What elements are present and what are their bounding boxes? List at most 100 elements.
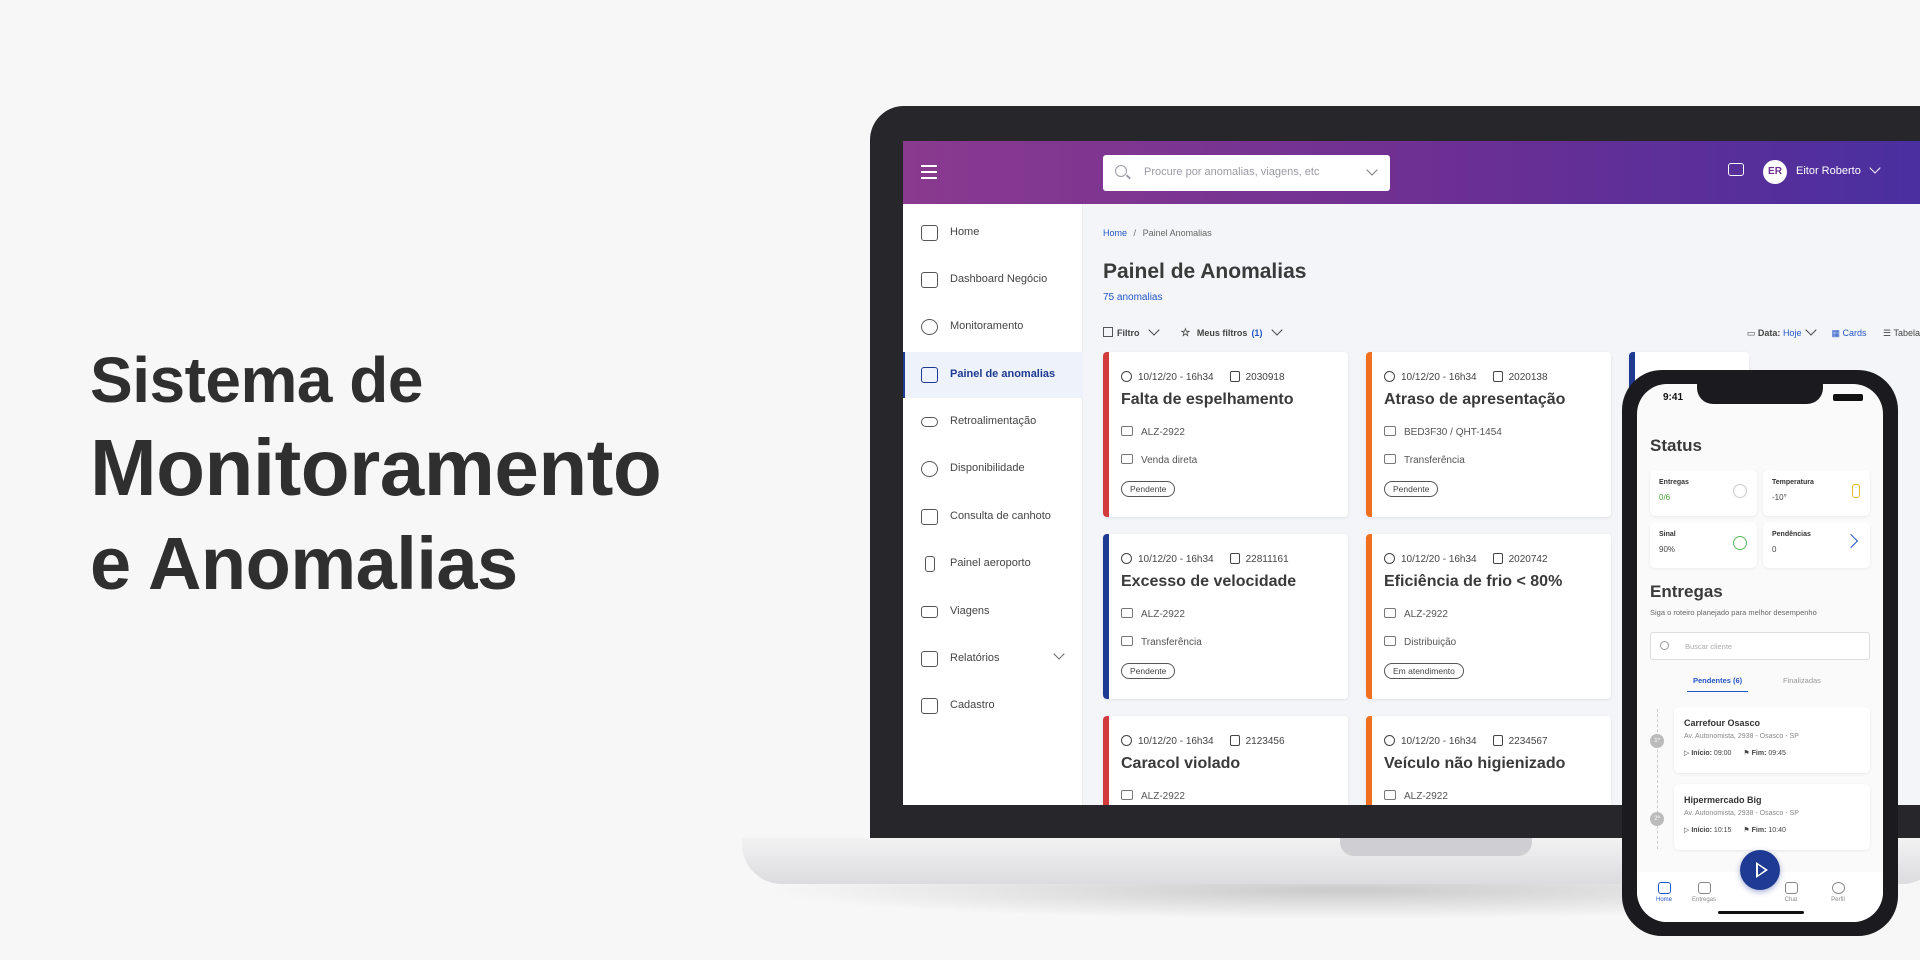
sidebar-item-dashboard[interactable]: Dashboard Negócio [903, 257, 1083, 303]
card-vehicle: ALZ-2922 [1141, 791, 1185, 802]
document-icon [1229, 553, 1240, 564]
sidebar-item-label: Dashboard Negócio [950, 273, 1048, 285]
nav-home[interactable]: Home [1644, 882, 1684, 903]
anomaly-card[interactable]: 10/12/20 - 16h34 2123456 Caracol violado … [1103, 716, 1348, 805]
search-input[interactable]: Procure por anomalias, viagens, etc [1103, 155, 1390, 191]
clock-icon [1384, 735, 1395, 746]
home-icon [921, 225, 938, 241]
truck-icon [1121, 426, 1133, 436]
sidebar-item-home[interactable]: Home [903, 210, 1083, 256]
card-type: Venda direta [1141, 455, 1198, 466]
filter-button[interactable]: Filtro [1103, 324, 1165, 338]
user-menu-chevron-icon[interactable] [1869, 162, 1881, 174]
sidebar-item-retroalimentacao[interactable]: Retroalimentação [903, 399, 1083, 445]
card-datetime: 10/12/20 - 16h34 [1138, 554, 1214, 565]
start-time: 09:00 [1713, 750, 1732, 757]
nav-chat[interactable]: Chat [1771, 882, 1811, 903]
delivery-card[interactable]: Carrefour Osasco Av. Autonomista, 2938 -… [1674, 707, 1870, 773]
tab-finalizadas[interactable]: Finalizadas [1783, 676, 1821, 685]
chevron-down-icon[interactable] [1053, 648, 1065, 660]
breadcrumb-home[interactable]: Home [1103, 228, 1127, 238]
nav-perfil[interactable]: Perfil [1818, 882, 1858, 903]
sidebar-item-painel-aeroporto[interactable]: Painel aeroporto [903, 541, 1083, 587]
nav-label: Chat [1784, 897, 1798, 903]
sidebar-item-cadastro[interactable]: Cadastro [903, 683, 1083, 729]
breadcrumb-separator: / [1133, 228, 1137, 238]
status-tile-entregas[interactable]: Entregas 0/6 [1650, 470, 1757, 516]
home-icon [1657, 882, 1671, 894]
deliveries-subtitle: Siga o roteiro planejado para melhor des… [1650, 608, 1817, 617]
status-tile-temperatura[interactable]: Temperatura -10° [1763, 470, 1870, 516]
star-icon: ☆ [1180, 327, 1191, 339]
client-search-input[interactable]: Buscar cliente [1650, 632, 1870, 660]
document-icon [1492, 371, 1503, 382]
nav-label: Perfil [1831, 897, 1845, 903]
sidebar-item-monitoramento[interactable]: Monitoramento [903, 304, 1083, 350]
hero-line-3: e Anomalias [90, 522, 518, 605]
deliveries-title: Entregas [1650, 582, 1723, 601]
document-icon [1229, 735, 1240, 746]
anomaly-card[interactable]: 10/12/20 - 16h34 22811161 Excesso de velo… [1103, 534, 1348, 699]
start-route-button[interactable] [1740, 850, 1780, 890]
avatar[interactable]: ER [1763, 160, 1787, 184]
card-vehicle: BED3F30 / QHT-1454 [1404, 427, 1502, 438]
hamburger-menu-icon[interactable] [921, 165, 937, 179]
my-filters-button[interactable]: ☆ Meus filtros (1) [1180, 324, 1285, 339]
user-name[interactable]: Eitor Roberto [1796, 165, 1861, 177]
chat-icon[interactable] [1728, 163, 1744, 176]
client-search-placeholder: Buscar cliente [1685, 642, 1733, 651]
sidebar-item-relatorios[interactable]: Relatórios [903, 636, 1083, 682]
sidebar-item-viagens[interactable]: Viagens [903, 589, 1083, 635]
card-meta: 10/12/20 - 16h34 2020742 [1384, 553, 1548, 565]
card-type: Distribuição [1404, 637, 1457, 648]
anomaly-card[interactable]: 10/12/20 - 16h34 2020742 Eficiência de fr… [1366, 534, 1611, 699]
view-cards-toggle[interactable]: ▦ Cards [1831, 328, 1866, 339]
anomaly-card[interactable]: 10/12/20 - 16h34 2234567 Veículo não higi… [1366, 716, 1611, 805]
laptop-notch [1340, 838, 1532, 856]
sidebar-item-label: Monitoramento [950, 320, 1024, 332]
stop-name: Carrefour Osasco [1684, 718, 1761, 728]
tab-pendentes[interactable]: Pendentes (6) [1687, 676, 1749, 692]
play-icon: ▷ [1684, 750, 1690, 757]
card-title: Veículo não higienizado [1384, 755, 1566, 772]
sidebar-item-label: Painel de anomalias [950, 368, 1056, 380]
delivery-card[interactable]: Hipermercado Big Av. Autonomista, 2938 -… [1674, 784, 1870, 850]
sidebar-item-label: Painel aeroporto [950, 557, 1031, 569]
card-type: Transferência [1404, 455, 1465, 466]
card-type: Transferência [1141, 637, 1202, 648]
card-meta: 10/12/20 - 16h34 2123456 [1121, 735, 1285, 747]
sidebar-item-painel-anomalias[interactable]: Painel de anomalias [903, 352, 1083, 398]
truck-icon [1384, 426, 1396, 436]
chevron-right-icon[interactable] [1843, 533, 1859, 549]
status-tile-sinal[interactable]: Sinal 90% [1650, 522, 1757, 568]
start-time: 10:15 [1713, 827, 1732, 834]
flag-icon: ⚑ [1743, 750, 1750, 757]
sidebar-item-consulta-canhoto[interactable]: Consulta de canhoto [903, 494, 1083, 540]
card-type-row: Venda direta [1121, 454, 1197, 466]
severity-bar [1103, 534, 1109, 699]
card-vehicle-row: ALZ-2922 [1384, 608, 1448, 620]
card-datetime: 10/12/20 - 16h34 [1401, 554, 1477, 565]
date-filter[interactable]: ▭ Data: Hoje [1747, 324, 1817, 339]
card-vehicle-row: ALZ-2922 [1121, 426, 1185, 438]
anomaly-card[interactable]: 10/12/20 - 16h34 2020138 Atraso de aprese… [1366, 352, 1611, 517]
document-icon [1492, 735, 1503, 746]
truck-icon [1697, 882, 1711, 894]
anomaly-card[interactable]: 10/12/20 - 16h34 2030918 Falta de espelha… [1103, 352, 1348, 517]
severity-bar [1366, 534, 1372, 699]
status-tile-pendencias[interactable]: Pendências 0 [1763, 522, 1870, 568]
document-icon [1229, 371, 1240, 382]
status-title: Status [1650, 436, 1702, 455]
signal-icon [1733, 536, 1747, 550]
list-icon [1121, 636, 1133, 646]
chevron-down-icon[interactable] [1366, 164, 1378, 176]
top-bar: Procure por anomalias, viagens, etc ER E… [903, 141, 1920, 204]
nav-entregas[interactable]: Entregas [1684, 882, 1724, 903]
card-datetime: 10/12/20 - 16h34 [1138, 736, 1214, 747]
sidebar-item-disponibilidade[interactable]: Disponibilidade [903, 446, 1083, 492]
card-vehicle: ALZ-2922 [1404, 791, 1448, 802]
view-table-toggle[interactable]: ☰ Tabela [1883, 328, 1920, 339]
infinity-icon [921, 417, 938, 427]
stop-number: 1º [1650, 734, 1664, 748]
card-datetime: 10/12/20 - 16h34 [1138, 372, 1214, 383]
